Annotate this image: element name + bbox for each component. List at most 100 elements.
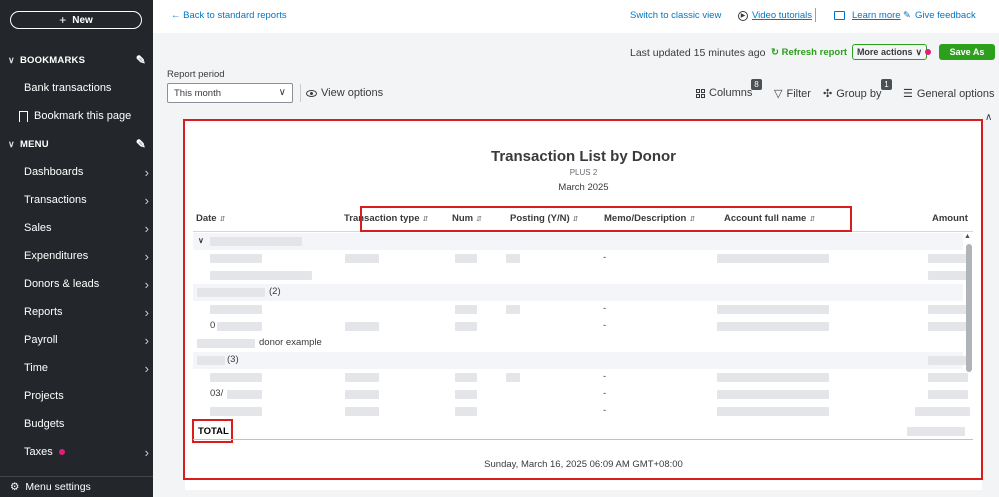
sidebar-item-budgets[interactable]: Budgets xyxy=(24,414,149,434)
group-row[interactable]: donor example xyxy=(193,335,963,352)
sidebar-item-expenditures[interactable]: Expenditures › xyxy=(24,246,149,266)
redacted-text xyxy=(915,407,970,416)
redacted-text xyxy=(455,322,477,331)
columns-count-badge: 8 xyxy=(751,79,762,90)
redacted-text xyxy=(907,427,965,436)
sidebar-item-time[interactable]: Time › xyxy=(24,358,149,378)
pencil-icon[interactable]: ✎ xyxy=(136,53,146,67)
table-row[interactable]: - xyxy=(193,369,968,386)
redacted-text xyxy=(506,373,520,382)
column-header-label: Amount xyxy=(932,213,968,224)
sidebar-item-donors-leads[interactable]: Donors & leads › xyxy=(24,274,149,294)
sidebar-item-bookmark-page[interactable]: Bookmark this page xyxy=(19,106,149,126)
save-as-label: Save As xyxy=(949,47,985,57)
memo-value: - xyxy=(603,252,607,263)
sort-icon: ⇵ xyxy=(219,216,226,223)
chevron-down-icon[interactable]: ∨ xyxy=(198,236,204,245)
group-row[interactable]: (2) xyxy=(193,284,963,301)
sidebar-item-reports[interactable]: Reports › xyxy=(24,302,149,322)
top-bar: ← Back to standard reports Switch to cla… xyxy=(153,0,999,33)
save-as-button[interactable]: Save As xyxy=(939,44,995,60)
total-divider xyxy=(193,439,973,440)
column-header-date[interactable]: Date ⇵ xyxy=(196,213,225,224)
back-link-label: Back to standard reports xyxy=(183,10,287,21)
group-row[interactable]: (3) xyxy=(193,352,968,369)
sidebar-item-bank-transactions[interactable]: Bank transactions xyxy=(24,78,149,98)
redacted-text xyxy=(717,322,829,331)
table-row[interactable] xyxy=(193,267,968,284)
table-row[interactable]: - xyxy=(193,403,970,420)
refresh-report-button[interactable]: ↻ Refresh report xyxy=(771,47,847,58)
general-options-label: General options xyxy=(916,87,995,100)
sliders-icon: ☰ xyxy=(903,88,913,100)
feedback-icon: ✎ xyxy=(903,10,911,21)
sidebar-item-dashboards[interactable]: Dashboards › xyxy=(24,162,149,182)
report-actions: Last updated 15 minutes ago ↻ Refresh re… xyxy=(153,42,999,62)
table-row[interactable]: - xyxy=(193,301,968,318)
menu-section-header[interactable]: ∨ MENU ✎ xyxy=(8,135,146,153)
general-options-button[interactable]: ☰ General options xyxy=(903,87,995,101)
new-button[interactable]: + New xyxy=(10,11,142,29)
redacted-text xyxy=(345,322,379,331)
video-tutorials-label: Video tutorials xyxy=(752,10,813,21)
redacted-text xyxy=(928,322,968,331)
redacted-text xyxy=(717,390,829,399)
scroll-up-icon[interactable]: ▲ xyxy=(964,233,971,240)
table-row[interactable]: 03/ - xyxy=(193,386,968,403)
chevron-right-icon: › xyxy=(144,220,149,236)
sidebar-item-payroll[interactable]: Payroll › xyxy=(24,330,149,350)
sidebar-item-sales[interactable]: Sales › xyxy=(24,218,149,238)
redacted-text xyxy=(455,305,477,314)
redacted-text xyxy=(928,271,968,280)
report-company: PLUS 2 xyxy=(569,168,598,177)
menu-settings-button[interactable]: ⚙ Menu settings xyxy=(0,476,153,497)
pencil-icon[interactable]: ✎ xyxy=(136,137,146,151)
sidebar-item-taxes[interactable]: Taxes › xyxy=(24,442,149,462)
learn-more-link[interactable]: Learn more xyxy=(834,10,901,21)
redacted-text xyxy=(210,271,312,280)
filter-button[interactable]: ▽ Filter xyxy=(774,87,811,101)
bookmarks-section-header[interactable]: ∨ BOOKMARKS ✎ xyxy=(8,51,146,69)
memo-value: - xyxy=(603,388,607,399)
columns-label: Columns xyxy=(709,87,753,99)
total-label: TOTAL xyxy=(198,426,229,437)
redacted-text xyxy=(210,254,262,263)
column-header-amount[interactable]: Amount xyxy=(932,213,968,224)
chevron-up-icon[interactable]: ∧ xyxy=(985,112,992,123)
table-row[interactable]: 0 - xyxy=(193,318,968,335)
chevron-right-icon: › xyxy=(144,360,149,376)
video-tutorials-link[interactable]: ▶ Video tutorials xyxy=(738,10,812,21)
columns-button[interactable]: Columns xyxy=(696,87,752,99)
notification-dot xyxy=(58,449,65,455)
give-feedback-link[interactable]: ✎ Give feedback xyxy=(903,10,976,21)
play-icon: ▶ xyxy=(738,10,748,21)
memo-value: - xyxy=(603,371,607,382)
sidebar-item-transactions[interactable]: Transactions › xyxy=(24,190,149,210)
chevron-down-icon: ∨ xyxy=(8,54,15,65)
sidebar-item-label: Donors & leads xyxy=(24,278,100,290)
sidebar-item-label: Reports xyxy=(24,306,63,318)
table-row[interactable]: - xyxy=(193,250,968,267)
report-period-select[interactable]: This month ∨ xyxy=(167,83,293,103)
chevron-right-icon: › xyxy=(144,444,149,460)
switch-classic-view-link[interactable]: Switch to classic view xyxy=(630,10,721,21)
scrollbar[interactable] xyxy=(966,244,972,372)
chevron-right-icon: › xyxy=(144,192,149,208)
sidebar-item-label: Transactions xyxy=(24,194,87,206)
redacted-text xyxy=(210,407,262,416)
group-by-button[interactable]: ✣ Group by xyxy=(823,87,881,101)
group-row[interactable]: ∨ xyxy=(193,233,963,250)
redacted-text xyxy=(455,254,477,263)
more-actions-button[interactable]: More actions ∨ xyxy=(852,44,927,60)
notification-dot xyxy=(925,49,931,55)
chevron-down-icon: ∨ xyxy=(8,138,15,149)
back-to-standard-reports-link[interactable]: ← Back to standard reports xyxy=(171,10,287,21)
redacted-text xyxy=(227,390,262,399)
columns-icon xyxy=(696,88,705,98)
redacted-text xyxy=(928,254,968,263)
sidebar-item-projects[interactable]: Projects xyxy=(24,386,149,406)
group-name-fragment: donor example xyxy=(259,337,322,348)
view-options-button[interactable]: View options xyxy=(306,87,383,99)
sidebar-item-label: Bank transactions xyxy=(24,82,112,94)
date-fragment: 0 xyxy=(210,320,216,331)
